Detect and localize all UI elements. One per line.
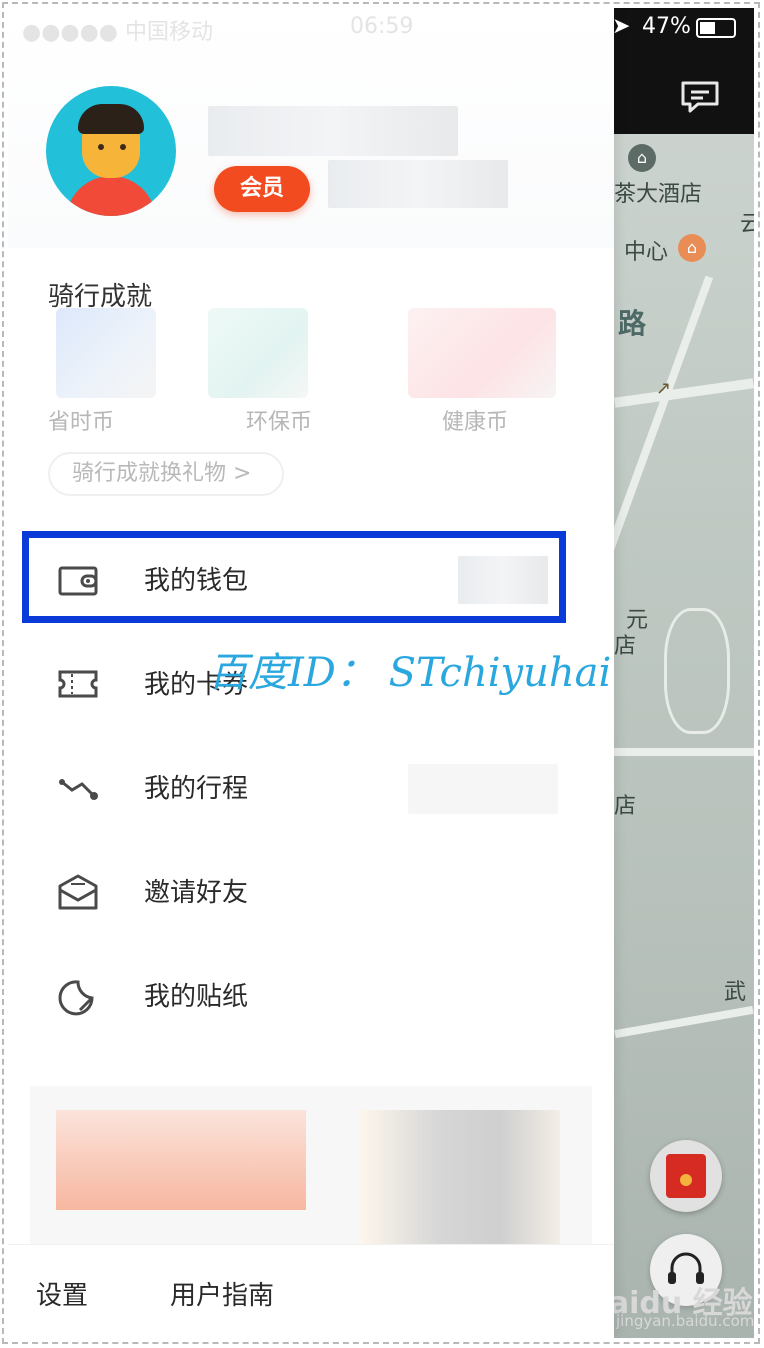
vip-badge[interactable]: 会员 <box>214 166 310 212</box>
baidu-id-watermark: 百度ID： STchiyuhai <box>208 650 612 696</box>
eco-coin-icon <box>208 308 308 398</box>
app-screen: ⌂ 茶大酒店 中心 ⌂ 路 云 ↗ 元 店 店 武 Baidu 经验 jingy… <box>8 8 754 1338</box>
time-coin-icon <box>56 308 156 398</box>
museum-icon: ⌂ <box>678 234 706 262</box>
user-guide-link[interactable]: 用户指南 <box>170 1275 274 1312</box>
map-road <box>614 1005 754 1039</box>
map-arrow-icon: ↗ <box>656 378 672 399</box>
time-coin-label: 省时币 <box>48 410 115 435</box>
blurred-trip-info <box>408 764 558 814</box>
map-label: 茶大酒店 <box>614 182 703 207</box>
map-road <box>613 378 754 408</box>
battery-fill <box>700 22 716 34</box>
map-label: 店 <box>614 794 637 819</box>
map-label: 路 <box>618 307 647 340</box>
settings-link[interactable]: 设置 <box>36 1275 88 1312</box>
red-packet-icon <box>666 1154 706 1198</box>
carrier-label: ●●●●● 中国移动 <box>22 20 213 45</box>
location-arrow-icon: ➤ <box>612 14 631 39</box>
menu-item-stickers[interactable]: 我的贴纸 <box>8 956 614 1036</box>
blurred-username <box>208 106 458 156</box>
map-label: 店 <box>614 634 637 659</box>
avatar-body <box>66 176 156 216</box>
map-label: 中心 <box>624 240 669 265</box>
exchange-gift-button[interactable]: 骑行成就换礼物 > <box>48 452 284 496</box>
blurred-user-info <box>328 160 508 208</box>
route-icon <box>59 779 98 800</box>
battery-percentage: 47% <box>642 14 691 39</box>
highlight-box <box>22 531 566 623</box>
status-bar: ●●●●● 中国移动 06:59 ➤ 47% <box>8 8 754 48</box>
map-road <box>614 748 754 756</box>
map-label: 云 <box>740 212 754 237</box>
promo-banner[interactable] <box>30 1086 592 1256</box>
promo-image-right <box>360 1110 560 1256</box>
menu-item-trips[interactable]: 我的行程 <box>8 748 614 828</box>
avatar-hair <box>78 104 144 134</box>
avatar[interactable] <box>46 86 176 216</box>
battery-icon <box>696 18 736 38</box>
red-packet-button[interactable] <box>650 1140 722 1212</box>
promo-image-left <box>56 1110 306 1210</box>
menu-item-invite[interactable]: 邀请好友 <box>8 852 614 932</box>
menu-item-label: 邀请好友 <box>144 878 249 908</box>
eco-coin-label: 环保币 <box>246 410 313 435</box>
avatar-eye <box>120 144 126 150</box>
map-view[interactable]: ⌂ 茶大酒店 中心 ⌂ 路 云 ↗ 元 店 店 武 <box>602 8 754 1338</box>
map-road-ring <box>664 608 730 734</box>
avatar-eye <box>98 144 104 150</box>
ticket-icon <box>58 670 98 698</box>
menu-item-label: 我的行程 <box>144 774 249 804</box>
health-coin-icon <box>408 308 556 398</box>
hotel-icon: ⌂ <box>628 144 656 172</box>
message-icon[interactable] <box>680 80 720 114</box>
invite-envelope-icon <box>58 874 98 910</box>
clock: 06:59 <box>350 14 414 39</box>
menu-item-label: 我的贴纸 <box>144 982 249 1012</box>
health-coin-label: 健康币 <box>442 410 509 435</box>
drawer-footer: 设置 用户指南 <box>8 1244 614 1338</box>
map-label: 武 <box>724 980 747 1005</box>
sticker-icon <box>58 980 94 1016</box>
site-watermark-url: jingyan.baidu.com <box>616 1312 754 1330</box>
